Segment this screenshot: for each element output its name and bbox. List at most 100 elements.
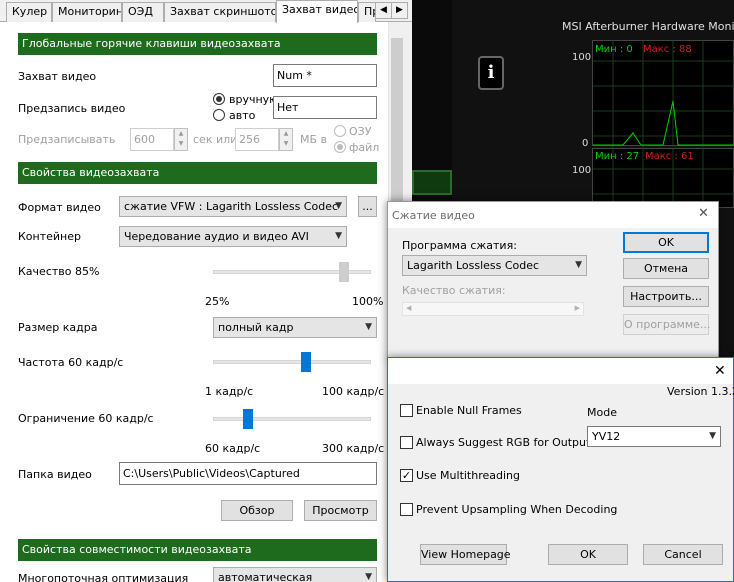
skin-green-bar — [412, 170, 452, 195]
lagarith-cancel-button[interactable]: Cancel — [643, 544, 723, 565]
rgb-checkbox[interactable] — [400, 436, 413, 449]
compress-quality-scroll[interactable]: ◀ ▶ — [402, 302, 584, 316]
tab-next-icon[interactable]: ▶ — [391, 2, 408, 19]
view-button[interactable]: Просмотр — [304, 500, 377, 521]
close-icon[interactable]: ✕ — [698, 206, 709, 221]
radio-auto[interactable] — [213, 109, 225, 121]
lagarith-dialog: ✕ Version 1.3.27 Enable Null Frames Alwa… — [387, 357, 734, 582]
multithreading-label: Use Multithreading — [416, 469, 521, 482]
spin-down-icon: ▼ — [283, 140, 289, 147]
quality-max-label: 100% — [352, 295, 384, 308]
close-icon[interactable]: ✕ — [714, 363, 726, 379]
browse-button[interactable]: Обзор — [221, 500, 293, 521]
graph2-min: Мин : 27 — [595, 151, 640, 162]
container-select-value: Чередование аудио и видео AVI — [124, 230, 309, 243]
mode-select[interactable]: YV12 ▼ — [587, 426, 721, 447]
upsampling-checkbox[interactable] — [400, 503, 413, 516]
format-label: Формат видео — [18, 201, 101, 214]
radio-ram[interactable] — [334, 125, 346, 137]
seconds-spinner[interactable]: ▲ ▼ — [174, 128, 188, 151]
chevron-down-icon: ▼ — [365, 322, 372, 332]
folder-field[interactable]: C:\Users\Public\Videos\Captured — [119, 462, 377, 485]
graph-2: Мин : 27 Макс : 61 — [592, 148, 734, 209]
compress-ok-button[interactable]: OK — [623, 232, 709, 253]
prerecord-seconds-field[interactable]: 600 — [130, 128, 174, 151]
graph2-top-value: 100 — [572, 165, 592, 176]
multithread-opt-select[interactable]: автоматическая ▼ — [213, 567, 377, 582]
tab-prev-icon[interactable]: ◀ — [375, 2, 392, 19]
version-label: Version 1.3.27 — [667, 385, 734, 398]
video-capture-panel: Глобальные горячие клавиши видеозахвата … — [0, 22, 388, 582]
framesize-select[interactable]: полный кадр ▼ — [213, 317, 377, 338]
tab-profiles[interactable]: Пр — [358, 2, 376, 22]
framerate-max-label: 100 кадр/с — [322, 385, 385, 398]
quality-min-label: 25% — [205, 295, 230, 308]
tab-screenshots[interactable]: Захват скриншотов — [164, 2, 276, 22]
multithreading-checkbox[interactable]: ✓ — [400, 469, 413, 482]
capture-label: Захват видео — [18, 70, 97, 83]
graph-1-grid — [593, 41, 734, 147]
chevron-down-icon: ▼ — [335, 231, 342, 241]
format-settings-button[interactable]: ... — [358, 196, 377, 217]
framelimit-track — [213, 417, 371, 421]
chevron-down-icon: ▼ — [709, 431, 716, 441]
framelimit-slider-thumb[interactable] — [242, 409, 253, 429]
graph-1: Мин : 0 Макс : 88 — [592, 40, 734, 147]
rgb-label: Always Suggest RGB for Output — [416, 436, 591, 449]
framerate-label: Частота 60 кадр/с — [18, 356, 124, 369]
chevron-down-icon: ▼ — [365, 572, 372, 582]
chevron-down-icon: ▼ — [335, 201, 342, 211]
framerate-slider-thumb[interactable] — [301, 352, 312, 372]
quality-slider-thumb[interactable] — [338, 262, 349, 282]
graph1-top-value: 100 — [572, 52, 592, 63]
upsampling-label: Prevent Upsampling When Decoding — [416, 503, 618, 516]
mb-in-label: МБ в — [300, 133, 328, 146]
tab-cooler[interactable]: Кулер — [6, 2, 52, 22]
radio-file-label: файл — [349, 141, 380, 154]
compress-cancel-button[interactable]: Отмена — [623, 258, 709, 279]
prerecord-mb-field[interactable]: 256 — [235, 128, 279, 151]
format-select-value: сжатие VFW : Lagarith Lossless Codec — [124, 200, 339, 213]
spin-up-icon: ▲ — [178, 130, 184, 137]
prerecord-hotkey-field[interactable]: Нет — [273, 96, 377, 119]
framerate-min-label: 1 кадр/с — [205, 385, 254, 398]
prerecord-label: Предзапись видео — [18, 102, 126, 115]
framesize-select-value: полный кадр — [218, 321, 294, 334]
radio-ram-label: ОЗУ — [349, 125, 372, 138]
lagarith-titlebar — [388, 358, 733, 384]
section-hotkeys: Глобальные горячие клавиши видеозахвата — [18, 33, 377, 55]
container-select[interactable]: Чередование аудио и видео AVI ▼ — [119, 226, 347, 247]
view-homepage-button[interactable]: View Homepage — [420, 544, 511, 565]
null-frames-label: Enable Null Frames — [416, 404, 522, 417]
program-label: Программа сжатия: — [402, 239, 517, 252]
capture-hotkey-field[interactable]: Num * — [273, 64, 377, 87]
spin-down-icon: ▼ — [178, 140, 184, 147]
radio-manual[interactable] — [213, 93, 225, 105]
format-select[interactable]: сжатие VFW : Lagarith Lossless Codec ▼ — [119, 196, 347, 217]
afterburner-settings: Кулер Мониторинг ОЭД Захват скриншотов З… — [0, 0, 412, 582]
framelimit-max-label: 300 кадр/с — [322, 442, 385, 455]
radio-auto-label: авто — [229, 109, 256, 122]
framelimit-min-label: 60 кадр/с — [205, 442, 261, 455]
configure-button[interactable]: Настроить... — [623, 286, 709, 307]
program-select-value: Lagarith Lossless Codec — [407, 259, 540, 272]
seconds-or-label: сек или — [193, 133, 238, 146]
scroll-left-icon: ◀ — [406, 304, 412, 312]
tab-monitoring[interactable]: Мониторинг — [52, 2, 122, 22]
tab-video-capture[interactable]: Захват видео — [276, 0, 358, 23]
graph1-max: Макс : 88 — [643, 44, 692, 55]
tab-osd[interactable]: ОЭД — [122, 2, 164, 22]
container-label: Контейнер — [18, 230, 81, 243]
spin-up-icon: ▲ — [283, 130, 289, 137]
compression-dialog: Сжатие видео ✕ Программа сжатия: Lagarit… — [387, 201, 719, 359]
radio-file[interactable] — [334, 141, 346, 153]
section-compat: Свойства совместимости видеозахвата — [18, 539, 377, 561]
prerecord-size-label: Предзаписывать — [18, 133, 116, 146]
mb-spinner[interactable]: ▲ ▼ — [279, 128, 293, 151]
program-select[interactable]: Lagarith Lossless Codec ▼ — [402, 255, 587, 276]
about-button[interactable]: О программе... — [623, 314, 710, 335]
multithread-opt-value: автоматическая — [218, 571, 313, 582]
null-frames-checkbox[interactable] — [400, 404, 413, 417]
lagarith-ok-button[interactable]: OK — [548, 544, 628, 565]
info-icon[interactable]: i — [478, 56, 504, 90]
